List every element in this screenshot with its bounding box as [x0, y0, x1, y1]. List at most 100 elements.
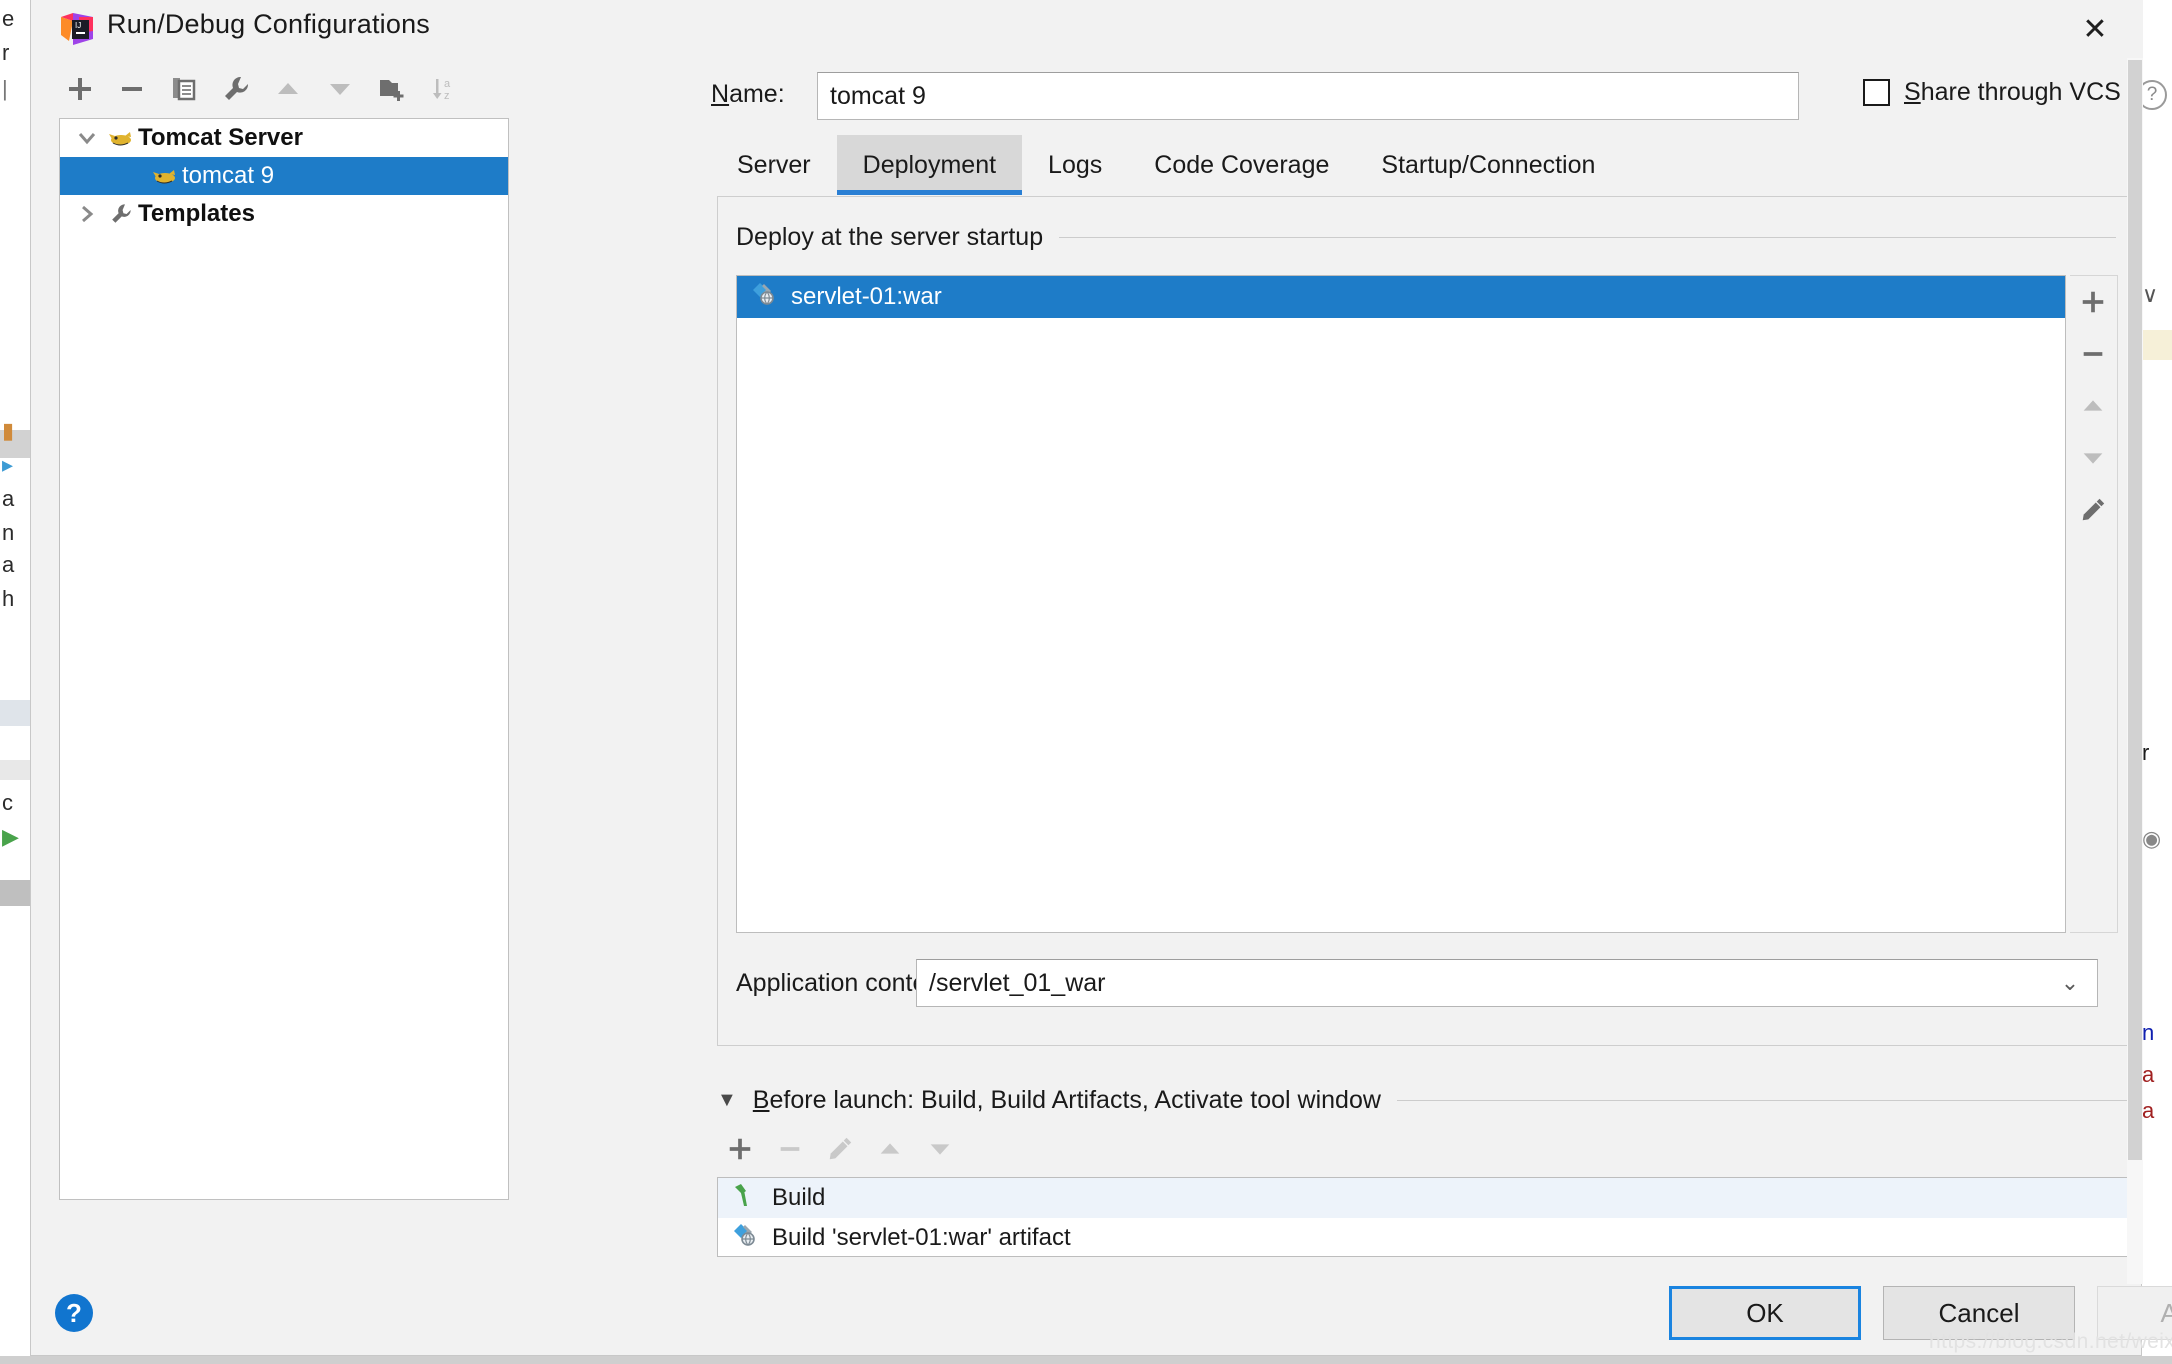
name-label-suffix: ame:	[729, 80, 785, 108]
add-configuration-button[interactable]	[59, 66, 101, 112]
list-item[interactable]: servlet-01:war	[737, 276, 2065, 318]
arrow-up-icon	[278, 83, 298, 94]
minus-icon	[780, 1147, 800, 1151]
share-through-vcs-label: Share through VCS	[1904, 78, 2121, 107]
plus-icon	[69, 78, 91, 100]
bg-text-fragment: a	[2142, 1062, 2155, 1087]
share-label-suffix: hare through VCS	[1920, 78, 2121, 106]
name-mnemonic: N	[711, 80, 730, 108]
before-launch-title[interactable]: Before launch: Build, Build Artifacts, A…	[753, 1086, 1381, 1115]
share-mnemonic: S	[1904, 78, 1921, 106]
before-launch-header: ▼ Before launch: Build, Build Artifacts,…	[717, 1086, 2135, 1115]
move-task-down-button[interactable]	[917, 1125, 963, 1173]
bg-text-fragment: c	[2, 790, 13, 815]
background-editor-right-strip: ∨ r ◉ n a a	[2142, 0, 2172, 1364]
checkbox-box[interactable]	[1863, 79, 1890, 106]
bg-text-fragment: ◉	[2142, 826, 2162, 851]
application-context-value: /servlet_01_war	[929, 968, 1106, 997]
svg-text:IJ: IJ	[75, 21, 81, 30]
wrench-icon	[104, 202, 138, 226]
tree-item-label: tomcat 9	[182, 162, 275, 189]
war-artifact-icon	[751, 281, 777, 314]
tab-startup-connection[interactable]: Startup/Connection	[1355, 135, 1621, 195]
chevron-right-icon[interactable]	[70, 203, 104, 225]
name-field-label: Name:	[711, 80, 785, 109]
configuration-tabs: Server Deployment Logs Code Coverage Sta…	[711, 135, 2131, 195]
before-launch-task-list[interactable]: Build Build 'servlet-01:war' artifact	[717, 1177, 2135, 1257]
build-hammer-icon	[732, 1182, 758, 1215]
tomcat-icon	[104, 127, 138, 149]
deployment-side-toolbar	[2070, 275, 2118, 933]
before-launch-toolbar	[717, 1125, 1117, 1173]
tree-item-label: Tomcat Server	[138, 124, 303, 151]
bg-strip-band	[0, 700, 30, 726]
tree-item-tomcat-9[interactable]: tomcat 9	[60, 157, 508, 195]
bg-strip-band	[2142, 0, 2172, 1290]
legend-divider	[1059, 237, 2116, 238]
arrow-down-icon	[930, 1144, 950, 1155]
minus-icon	[122, 87, 142, 91]
bg-text-fragment: a	[2, 486, 15, 511]
tab-server[interactable]: Server	[711, 135, 837, 195]
bg-text-fragment: n	[2, 520, 15, 545]
move-artifact-up-button[interactable]	[2070, 380, 2116, 432]
tree-item-label: Templates	[138, 200, 255, 227]
deploy-group-legend: Deploy at the server startup	[736, 223, 2116, 252]
tomcat-icon	[148, 165, 182, 187]
move-task-up-button[interactable]	[867, 1125, 913, 1173]
close-icon[interactable]: ✕	[2073, 8, 2117, 52]
watermark-text: https://blog.csdn.net/weixin_45148145	[1929, 1330, 2172, 1353]
chevron-down-icon[interactable]: ⌄	[2043, 970, 2097, 996]
list-item[interactable]: Build 'servlet-01:war' artifact	[718, 1218, 2134, 1256]
tab-deployment[interactable]: Deployment	[836, 135, 1023, 195]
copy-configuration-button[interactable]	[163, 66, 205, 112]
edit-task-button[interactable]	[817, 1125, 863, 1173]
help-button[interactable]: ?	[55, 1294, 93, 1332]
name-input[interactable]	[817, 72, 1799, 120]
intellij-idea-icon: IJ	[61, 13, 93, 45]
bg-text-fragment: e	[2, 6, 15, 31]
remove-task-button[interactable]	[767, 1125, 813, 1173]
ok-button[interactable]: OK	[1669, 1286, 1861, 1340]
list-item[interactable]: Build	[718, 1178, 2134, 1218]
bg-text-fragment: ▸	[2, 452, 14, 477]
deployment-panel: Deploy at the server startup servlet-01:…	[717, 196, 2135, 1046]
background-editor-left-strip: e r | ▮ ▸ a n a h c ▶	[0, 0, 30, 1364]
run-debug-configurations-dialog: IJ Run/Debug Configurations ✕ a z Tomcat…	[30, 0, 2172, 1356]
triangle-down-icon[interactable]: ▼	[717, 1089, 737, 1112]
deploy-legend-label: Deploy at the server startup	[736, 223, 1044, 251]
share-through-vcs-checkbox[interactable]: Share through VCS	[1863, 78, 2121, 107]
bg-strip-band	[0, 760, 30, 780]
edit-artifact-button[interactable]	[2070, 484, 2116, 536]
folder-add-icon	[380, 80, 404, 101]
add-artifact-button[interactable]	[2070, 276, 2116, 328]
configurations-toolbar: a z	[59, 66, 509, 114]
sort-alphabetically-button[interactable]: a z	[423, 66, 465, 112]
tree-item-templates[interactable]: Templates	[60, 195, 508, 233]
configurations-tree: Tomcat Server tomcat 9 Templates	[59, 118, 509, 1200]
pencil-icon	[2082, 498, 2105, 521]
dialog-scrollbar-thumb[interactable]	[2128, 60, 2142, 1160]
remove-configuration-button[interactable]	[111, 66, 153, 112]
add-task-button[interactable]	[717, 1125, 763, 1173]
move-down-button[interactable]	[319, 66, 361, 112]
bg-text-fragment: r	[2, 40, 10, 65]
arrow-up-icon	[880, 1143, 900, 1154]
list-item-label: Build 'servlet-01:war' artifact	[772, 1224, 1071, 1251]
move-artifact-down-button[interactable]	[2070, 432, 2116, 484]
bg-text-fragment: r	[2142, 740, 2150, 765]
tab-logs[interactable]: Logs	[1022, 135, 1128, 195]
application-context-combobox[interactable]: /servlet_01_war ⌄	[916, 959, 2098, 1007]
window-bottom-edge	[0, 1356, 2172, 1364]
tab-code-coverage[interactable]: Code Coverage	[1128, 135, 1355, 195]
chevron-down-icon[interactable]	[70, 127, 104, 149]
create-folder-button[interactable]	[371, 66, 413, 112]
dialog-titlebar: IJ Run/Debug Configurations ✕	[31, 0, 2143, 58]
bg-text-fragment: a	[2, 552, 15, 577]
tree-item-tomcat-server[interactable]: Tomcat Server	[60, 119, 508, 157]
move-up-button[interactable]	[267, 66, 309, 112]
war-artifact-icon	[732, 1222, 758, 1255]
deployment-artifacts-list[interactable]: servlet-01:war	[736, 275, 2066, 933]
edit-templates-button[interactable]	[215, 66, 257, 112]
remove-artifact-button[interactable]	[2070, 328, 2116, 380]
